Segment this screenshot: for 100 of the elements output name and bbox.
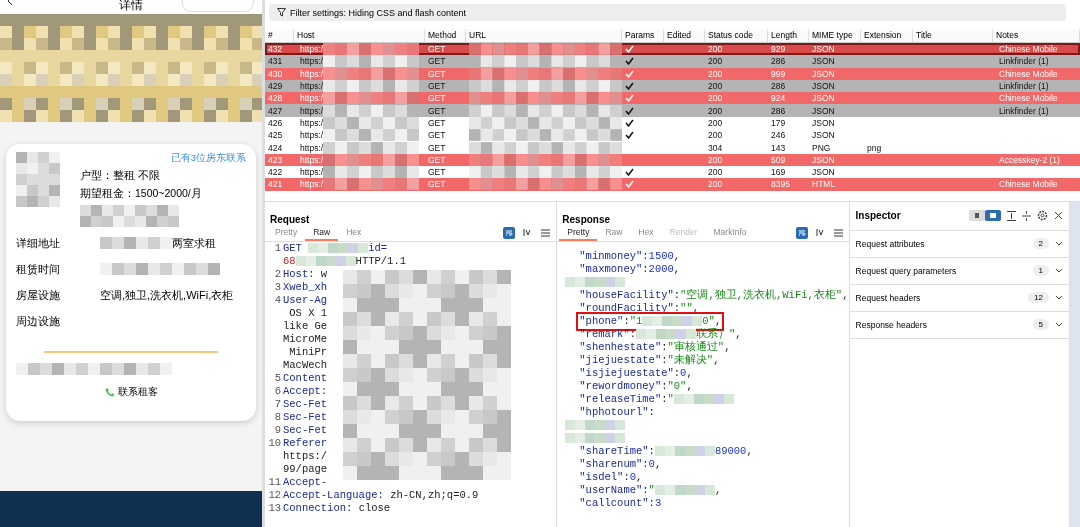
table-cell-text: 509 [770, 153, 787, 166]
close-icon[interactable] [1054, 211, 1063, 221]
code-text: "phone" [579, 314, 624, 328]
code-text: "remark" [579, 327, 630, 341]
code-text: " [667, 392, 674, 406]
table-cell-text: 286 [770, 55, 787, 68]
request-row[interactable]: 432 https:/ GET 200 929 JSON Chinese Mobile [265, 43, 1080, 56]
code-text: id= [368, 241, 388, 255]
tab[interactable]: Hex [338, 224, 370, 241]
code-text: , [686, 366, 693, 380]
line-number: 7 [274, 397, 281, 410]
settings-icon[interactable] [1037, 210, 1048, 222]
line-number: 5 [274, 371, 281, 384]
newline-icon[interactable] [815, 228, 826, 238]
expand-icon[interactable] [1007, 210, 1016, 221]
line-number: 3 [274, 280, 281, 293]
table-cell-text: 431 [267, 55, 284, 68]
detail-label: 房屋设施 [16, 287, 61, 303]
column-header[interactable]: MIME type [809, 29, 861, 42]
table-cell-text: 929 [770, 43, 787, 56]
column-header[interactable]: Extension [861, 29, 913, 42]
code-text: "jiejuestate" [579, 353, 662, 367]
code-text: "releaseTime" [579, 392, 662, 406]
code-text: "minmoney" [579, 249, 643, 263]
column-header[interactable]: Status code [705, 29, 768, 42]
table-cell-text: GET [427, 55, 447, 68]
column-header[interactable]: Length [768, 29, 809, 42]
code-text: , [654, 457, 662, 471]
section-label: Request attributes [855, 238, 926, 249]
code-text: : [642, 249, 649, 263]
table-cell-text: 200 [707, 67, 724, 80]
code-text: "callcount" [579, 496, 649, 510]
chevron-icon [1055, 295, 1063, 301]
tab[interactable]: Pretty [559, 224, 598, 241]
code-text: 99/page [283, 462, 328, 476]
table-cell-text: https:/ [299, 43, 324, 56]
code-text: 0 [648, 457, 655, 471]
table-cell-text: 427 [267, 104, 284, 117]
code-text: GET [283, 241, 303, 255]
column-header[interactable]: Host [294, 29, 425, 42]
code-text: "0" [667, 379, 687, 393]
layout-toggle[interactable] [969, 210, 1001, 222]
table-cell-text: 179 [770, 116, 787, 130]
tab[interactable]: Hex [630, 224, 662, 241]
tab[interactable]: MarkInfo [705, 224, 755, 241]
table-cell-text: https:/ [299, 80, 324, 93]
menu-icon[interactable] [541, 228, 551, 237]
table-cell-text: JSON [811, 104, 836, 117]
code-text: : [661, 340, 668, 354]
inspector-section[interactable]: Request headers 12 [849, 284, 1069, 312]
table-cell-text: 422 [267, 166, 284, 179]
tab[interactable]: Raw [597, 224, 631, 241]
wrap-icon[interactable] [795, 226, 808, 239]
count-badge: 12 [1028, 292, 1049, 304]
detail-value: 空调,独卫,洗衣机,WiFi,衣柜 [100, 287, 234, 303]
menu-icon[interactable] [833, 228, 843, 237]
code-text: , [686, 379, 693, 393]
inspector-section[interactable]: Request query parameters 1 [849, 257, 1069, 285]
column-header[interactable]: Title [913, 29, 993, 42]
collapse-icon[interactable] [1022, 210, 1031, 221]
line-number: 13 [268, 501, 281, 514]
code-text: 0" [702, 314, 715, 328]
table-cell-text: JSON [811, 43, 836, 56]
column-header[interactable]: Params [622, 29, 664, 42]
code-text: , [673, 249, 681, 263]
code-text: : [642, 262, 649, 276]
wrap-icon[interactable] [503, 226, 516, 239]
request-row[interactable]: 427 https:/ GET 200 286 JSON Linkfinder (1) [265, 104, 1080, 117]
table-cell-text: 421 [267, 178, 284, 191]
pixelated-area [654, 485, 715, 496]
table-cell-text: https:/ [299, 67, 324, 80]
detail-label: 周边设施 [16, 313, 61, 329]
code-text: Sec-Fet [283, 410, 328, 424]
section-label: Request headers [855, 292, 922, 303]
column-header[interactable]: Notes [993, 29, 1080, 42]
column-header[interactable]: # [265, 29, 294, 42]
column-header[interactable]: Edited [664, 29, 705, 42]
code-text: : [623, 470, 630, 484]
code-text: MacWech [283, 358, 328, 372]
tab[interactable]: Raw [305, 224, 339, 241]
count-badge: 1 [1032, 265, 1049, 277]
table-cell-text: GET [427, 178, 447, 191]
filter-bar[interactable]: Filter settings: Hiding CSS and flash content [269, 4, 1066, 21]
table-cell-text: 428 [267, 92, 284, 105]
table-cell-text: 200 [707, 55, 724, 68]
code-text: "isjiejuestate" [579, 366, 674, 380]
table-cell-text: https:/ [299, 129, 324, 142]
request-row[interactable]: 431 https:/ GET 200 286 JSON Linkfinder (1) [265, 55, 1080, 68]
inspector-section[interactable]: Response headers 5 [849, 311, 1069, 339]
code-text: "空调,独卫,洗衣机,WiFi,衣柜" [680, 288, 843, 302]
tab[interactable]: Pretty [267, 224, 306, 241]
table-cell-text: 999 [770, 67, 787, 80]
inspector-section[interactable]: Request attributes 2 [849, 230, 1069, 258]
table-cell-text: JSON [811, 153, 836, 166]
code-text: like Ge [283, 319, 328, 333]
table-cell-text: 200 [707, 178, 724, 191]
column-header[interactable]: URL [466, 29, 622, 42]
table-cell-text: GET [427, 153, 447, 166]
column-header[interactable]: Method [425, 29, 466, 42]
table-cell-text: JSON [811, 67, 836, 80]
